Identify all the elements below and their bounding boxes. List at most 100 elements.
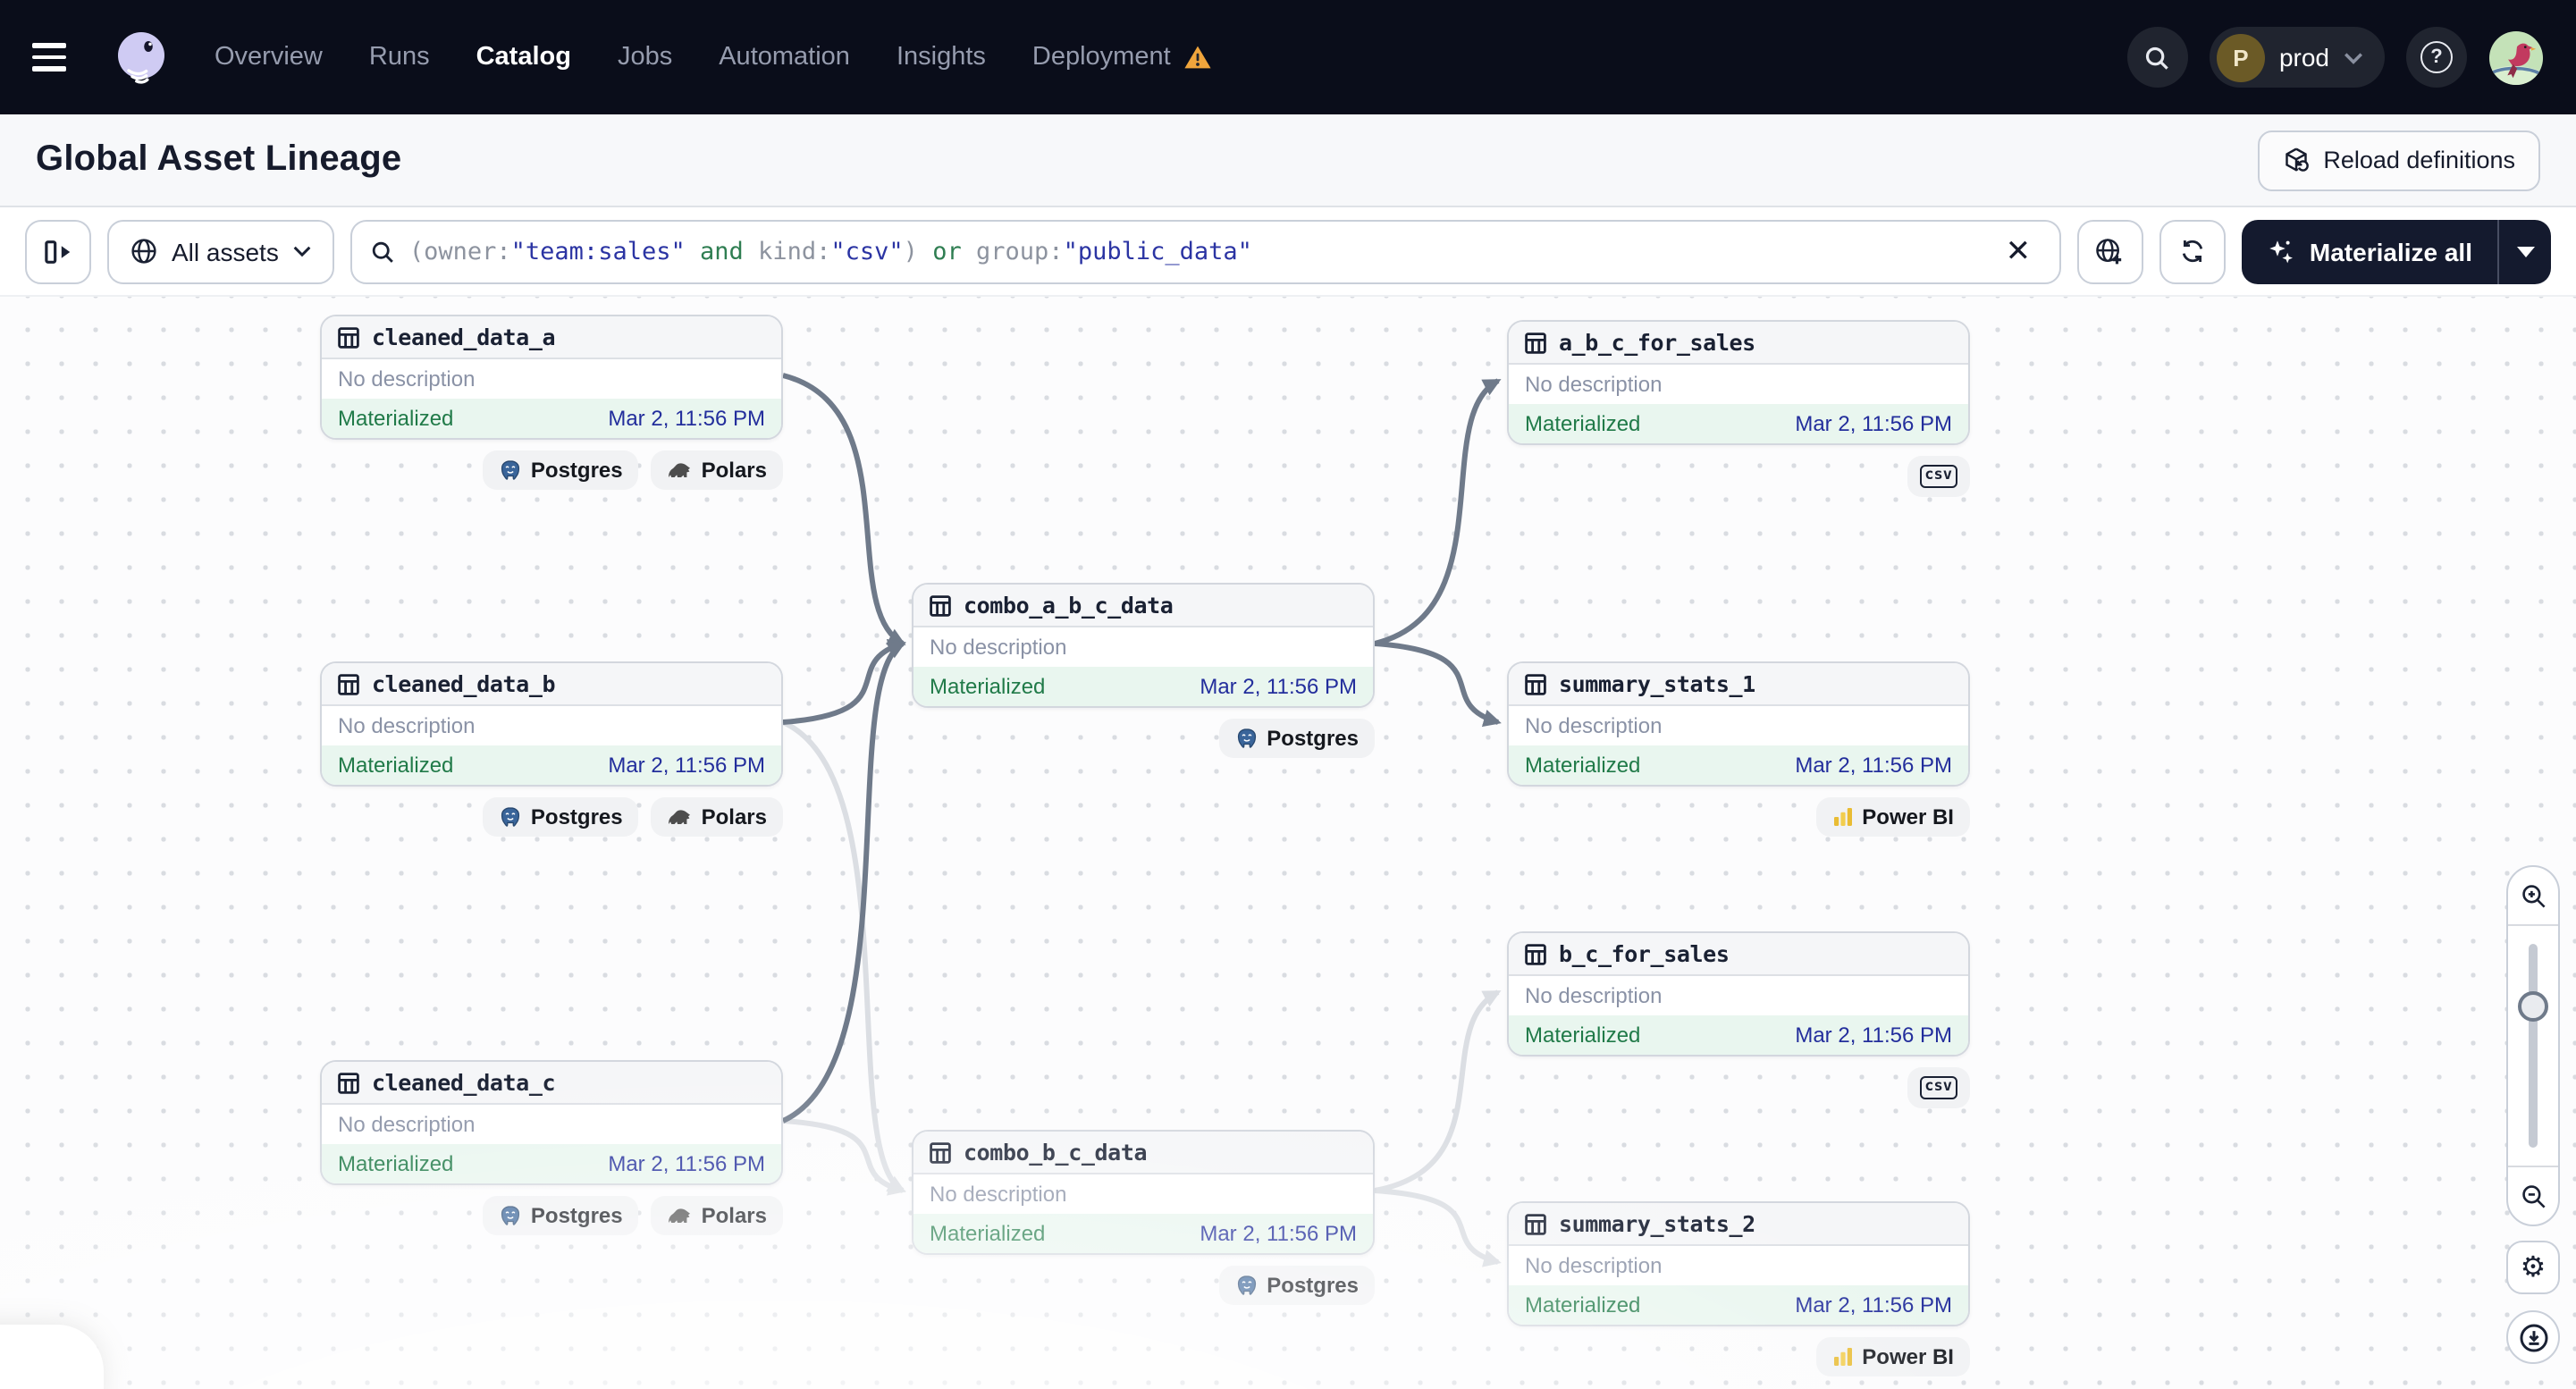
table-icon (1525, 332, 1546, 353)
nav-link-label: Overview (215, 43, 323, 72)
search-query-text: (owner:"team:sales" and kind:"csv") or g… (408, 237, 1252, 265)
kind-tag-polars[interactable]: Polars (651, 1196, 783, 1235)
nav-link-automation[interactable]: Automation (719, 43, 850, 72)
search-button[interactable] (2126, 27, 2188, 88)
asset-status-row: Materialized Mar 2, 11:56 PM (1509, 404, 1968, 443)
zoom-slider-handle[interactable] (2518, 990, 2548, 1022)
asset-name: a_b_c_for_sales (1559, 329, 1755, 356)
kind-tag-powerbi[interactable]: Power BI (1815, 797, 1970, 837)
help-icon: ? (2420, 41, 2453, 73)
lineage-edge-combo_a_b_c_data-to-summary_stats_1 (1374, 641, 1502, 728)
nav-link-label: Automation (719, 43, 850, 72)
kind-tag-polars[interactable]: Polars (651, 450, 783, 490)
asset-node-combo_a_b_c_data[interactable]: combo_a_b_c_data No description Material… (912, 583, 1375, 708)
kind-tag-postgres[interactable]: Postgres (482, 450, 639, 490)
settings-gear-icon: ⚙ (2520, 1253, 2547, 1284)
kind-tag-csv[interactable]: csv (1907, 456, 1970, 497)
asset-status-row: Materialized Mar 2, 11:56 PM (913, 1214, 1373, 1253)
asset-node-cleaned_data_b[interactable]: cleaned_data_b No description Materializ… (320, 661, 783, 787)
nav-link-insights[interactable]: Insights (897, 43, 986, 72)
asset-node-b_c_for_sales[interactable]: b_c_for_sales No description Materialize… (1507, 931, 1970, 1056)
dagster-octopus-icon (118, 32, 164, 84)
asset-node-summary_stats_1[interactable]: summary_stats_1 No description Materiali… (1507, 661, 1970, 787)
zoom-slider[interactable] (2508, 924, 2558, 1167)
asset-status: Materialized (1525, 1023, 1641, 1048)
top-nav: Overview Runs Catalog Jobs Automation Insight… (0, 0, 2576, 114)
asset-node-header: cleaned_data_c (322, 1062, 781, 1105)
asset-description: No description (930, 1182, 1067, 1207)
asset-node-cleaned_data_c[interactable]: cleaned_data_c No description Materializ… (320, 1060, 783, 1185)
kind-tag-label: Power BI (1862, 1344, 1954, 1369)
asset-status-row: Materialized Mar 2, 11:56 PM (1509, 745, 1968, 785)
table-icon (1525, 943, 1546, 964)
reload-definitions-button[interactable]: Reload definitions (2257, 130, 2540, 190)
postgres-icon (501, 806, 519, 826)
kind-tag-postgres[interactable]: Postgres (482, 797, 639, 837)
open-sidebar-button[interactable] (25, 219, 91, 283)
asset-name: summary_stats_2 (1559, 1210, 1755, 1237)
refresh-button[interactable] (2159, 219, 2226, 283)
graph-settings-button[interactable]: ⚙ (2506, 1241, 2560, 1294)
table-icon (338, 1072, 359, 1093)
kind-tag-postgres[interactable]: Postgres (1218, 719, 1375, 758)
postgres-icon (501, 1205, 519, 1225)
filter-bar: All assets (owner:"team:sales" and kind:… (0, 207, 2576, 297)
asset-scope-dropdown[interactable]: All assets (107, 219, 334, 283)
polars-icon (669, 463, 691, 477)
nav-link-catalog[interactable]: Catalog (476, 43, 571, 72)
csv-icon: csv (1919, 1076, 1957, 1099)
table-icon (338, 326, 359, 348)
zoom-in-button[interactable] (2508, 867, 2558, 924)
avatar-cardinal-image (2488, 29, 2544, 85)
asset-status: Materialized (1525, 1292, 1641, 1317)
kind-tag-postgres[interactable]: Postgres (1218, 1266, 1375, 1305)
isolate-selection-button[interactable] (2076, 219, 2143, 283)
kind-tag-csv[interactable]: csv (1907, 1067, 1970, 1108)
menu-icon[interactable] (32, 27, 93, 88)
csv-icon: csv (1919, 465, 1957, 488)
nav-link-overview[interactable]: Overview (215, 43, 323, 72)
asset-node-a_b_c_for_sales[interactable]: a_b_c_for_sales No description Materiali… (1507, 320, 1970, 445)
search-icon (2146, 46, 2169, 69)
nav-link-runs[interactable]: Runs (369, 43, 430, 72)
kind-tag-postgres[interactable]: Postgres (482, 1196, 639, 1235)
dagster-logo[interactable] (111, 27, 172, 88)
asset-timestamp: Mar 2, 11:56 PM (608, 406, 765, 431)
kind-tag-polars[interactable]: Polars (651, 797, 783, 837)
deployment-switcher[interactable]: P prod (2209, 27, 2385, 88)
asset-name: cleaned_data_c (372, 1069, 556, 1096)
nav-link-jobs[interactable]: Jobs (618, 43, 672, 72)
powerbi-icon (1833, 1348, 1852, 1366)
zoom-out-button[interactable] (2508, 1167, 2558, 1225)
asset-node-combo_b_c_data[interactable]: combo_b_c_data No description Materializ… (912, 1130, 1375, 1255)
nav-links: Overview Runs Catalog Jobs Automation Insight… (215, 43, 1212, 72)
asset-node-cleaned_data_a[interactable]: cleaned_data_a No description Materializ… (320, 315, 783, 440)
asset-node-header: cleaned_data_b (322, 663, 781, 706)
download-graph-button[interactable] (2506, 1310, 2560, 1364)
asset-search-input[interactable]: (owner:"team:sales" and kind:"csv") or g… (349, 219, 2061, 283)
asset-node-summary_stats_2[interactable]: summary_stats_2 No description Materiali… (1507, 1201, 1970, 1326)
materialize-all-button[interactable]: Materialize all (2242, 219, 2497, 283)
caret-down-icon (2516, 246, 2534, 257)
table-icon (930, 1141, 951, 1163)
search-icon (372, 240, 393, 262)
polars-icon (669, 1208, 691, 1223)
asset-kind-tags: Power BI (1507, 1337, 1970, 1376)
page-title: Global Asset Lineage (36, 139, 402, 179)
asset-description: No description (1525, 1253, 1663, 1278)
help-button[interactable]: ? (2406, 27, 2467, 88)
lineage-canvas[interactable]: cleaned_data_a No description Materializ… (0, 297, 2576, 1389)
nav-link-deployment[interactable]: Deployment (1032, 43, 1212, 72)
clear-search-button[interactable]: ✕ (1995, 228, 2041, 274)
lineage-edge-cleaned_data_c-to-combo_b_c_data (782, 1118, 906, 1196)
powerbi-icon (1833, 808, 1852, 826)
kind-tag-powerbi[interactable]: Power BI (1815, 1337, 1970, 1376)
lineage-edge-cleaned_data_b-to-combo_a_b_c_data (782, 639, 906, 725)
user-avatar[interactable] (2488, 29, 2544, 85)
materialize-options-button[interactable] (2497, 219, 2551, 283)
asset-status-row: Materialized Mar 2, 11:56 PM (913, 667, 1373, 706)
asset-kind-tags: Postgres Polars (320, 797, 783, 837)
warning-icon (1184, 46, 1211, 69)
lineage-edge-combo_a_b_c_data-to-a_b_c_for_sales (1374, 378, 1502, 646)
refresh-icon (2182, 240, 2203, 263)
